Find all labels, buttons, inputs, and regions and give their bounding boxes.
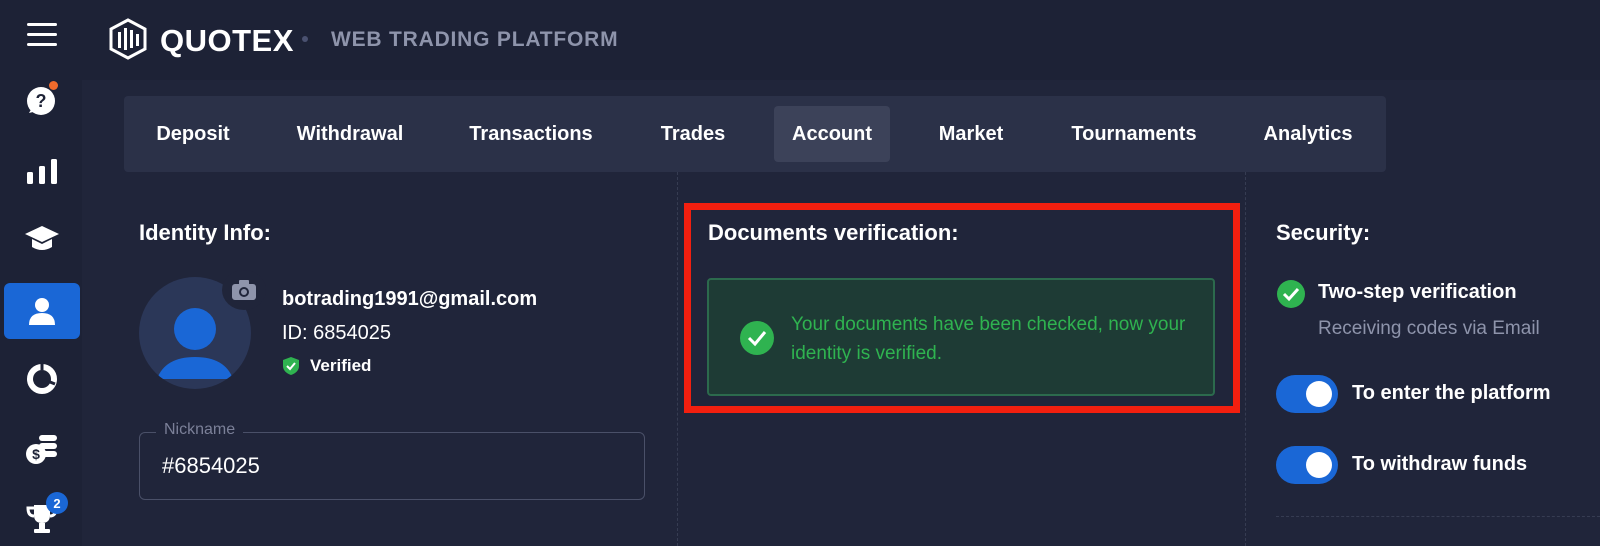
svg-text:$: $ (32, 446, 40, 462)
quotex-logo-icon (109, 18, 147, 60)
change-photo-button[interactable] (222, 270, 266, 310)
two-step-subtitle: Receiving codes via Email (1318, 318, 1540, 339)
platform-tagline: WEB TRADING PLATFORM (331, 28, 619, 51)
support-button[interactable]: ? (4, 72, 80, 128)
column-divider (677, 172, 678, 546)
user-icon (29, 298, 55, 325)
toggle-enter-platform[interactable] (1276, 375, 1338, 413)
documents-title: Documents verification: (708, 220, 959, 245)
user-id: ID: 6854025 (282, 322, 391, 344)
svg-text:?: ? (36, 91, 47, 111)
coins-icon: $ (26, 435, 57, 464)
identity-title: Identity Info: (139, 220, 271, 245)
check-circle-icon (1277, 280, 1305, 308)
donut-chart-icon (27, 364, 57, 394)
camera-icon (232, 280, 256, 300)
security-title: Security: (1276, 220, 1371, 245)
bar-chart-icon (27, 159, 57, 184)
tournaments-button[interactable]: 2 (4, 490, 80, 546)
menu-button[interactable] (4, 6, 80, 62)
toggle-withdraw-funds[interactable] (1276, 446, 1338, 484)
graduation-cap-icon (25, 226, 59, 250)
education-button[interactable] (4, 211, 80, 267)
tab-tournaments[interactable]: Tournaments (1056, 106, 1212, 162)
notification-dot (49, 81, 58, 90)
account-tabs: Deposit Withdrawal Transactions Trades A… (124, 96, 1386, 172)
funds-button[interactable]: $ (4, 421, 80, 477)
top-bar: QUOTEX WEB TRADING PLATFORM (82, 0, 1600, 80)
market-button[interactable] (4, 351, 80, 407)
sidebar: ? $ 2 (0, 0, 82, 546)
toggle-withdraw-funds-label: To withdraw funds (1352, 453, 1528, 475)
two-step-label: Two-step verification (1318, 281, 1517, 303)
toggle-knob (1306, 452, 1332, 478)
tab-deposit[interactable]: Deposit (142, 106, 244, 162)
separator-dot (302, 36, 308, 42)
verification-message: Your documents have been checked, now yo… (791, 314, 1186, 364)
nickname-value: #6854025 (162, 453, 260, 478)
account-button[interactable] (4, 283, 80, 339)
verified-status: Verified (282, 356, 371, 376)
security-divider (1276, 516, 1600, 517)
tournaments-badge: 2 (46, 492, 68, 514)
user-email: botrading1991@gmail.com (282, 288, 538, 310)
hamburger-menu-icon (27, 23, 57, 46)
brand-name: QUOTEX (160, 23, 294, 58)
shield-check-icon (283, 357, 299, 375)
verified-label: Verified (310, 356, 372, 375)
tab-account[interactable]: Account (774, 106, 890, 162)
toggle-enter-platform-label: To enter the platform (1352, 382, 1551, 404)
tab-market[interactable]: Market (920, 106, 1022, 162)
tab-trades[interactable]: Trades (644, 106, 742, 162)
tab-withdrawal[interactable]: Withdrawal (280, 106, 420, 162)
success-check-icon (740, 321, 774, 355)
nickname-label: Nickname (156, 421, 244, 439)
column-divider (1245, 172, 1246, 546)
trading-button[interactable] (4, 143, 80, 199)
tab-transactions[interactable]: Transactions (452, 106, 610, 162)
tab-analytics[interactable]: Analytics (1248, 106, 1368, 162)
toggle-knob (1306, 381, 1332, 407)
